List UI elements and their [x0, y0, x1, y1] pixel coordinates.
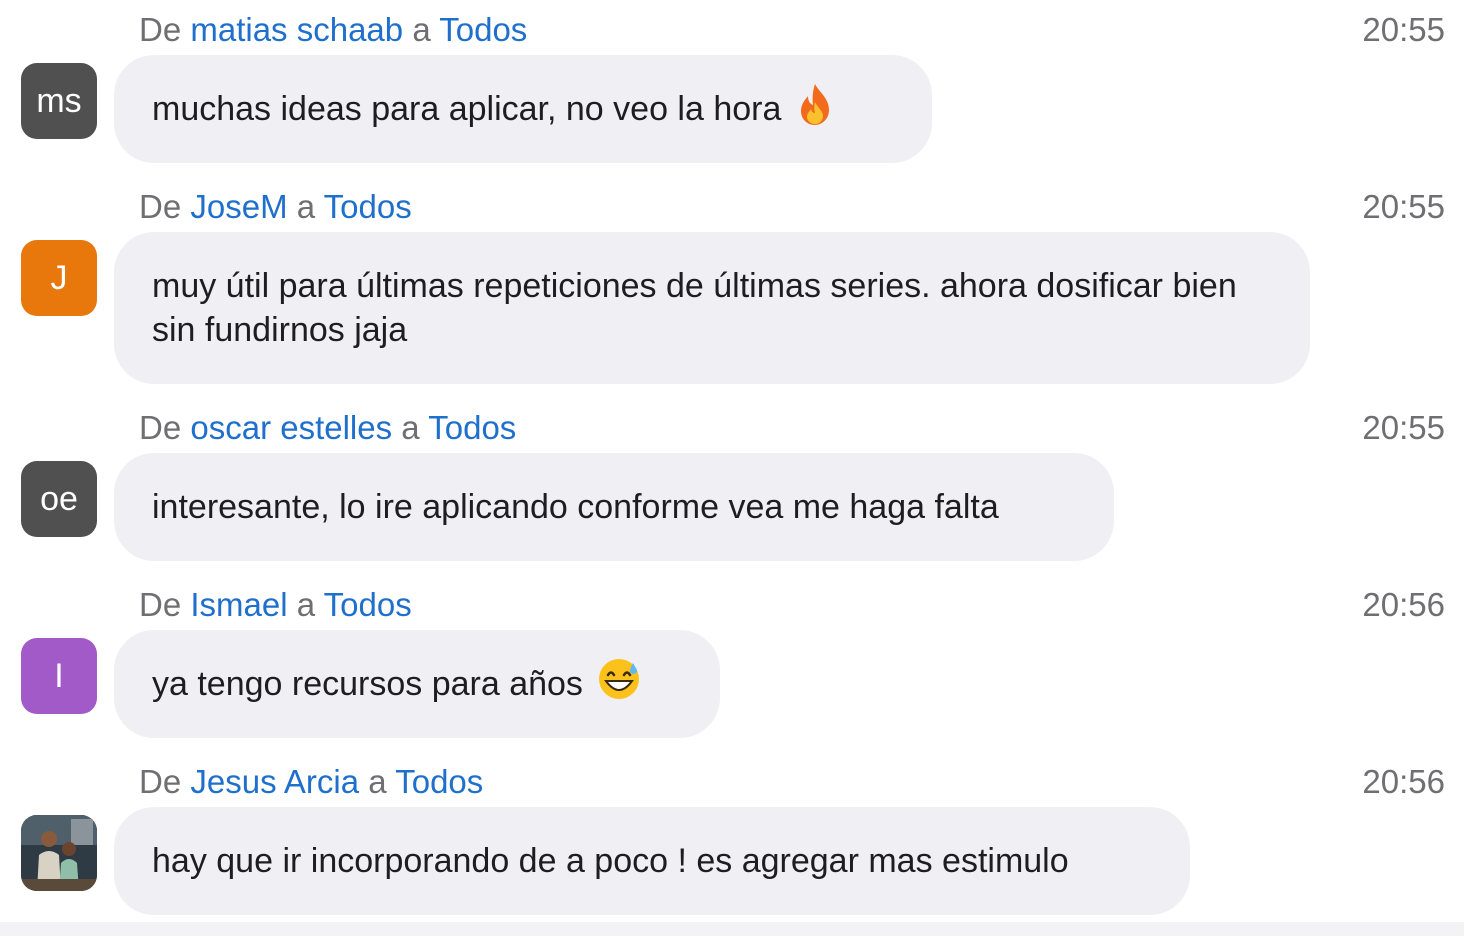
- from-label: De: [139, 188, 182, 225]
- message-timestamp: 20:55: [1362, 188, 1445, 225]
- message-text: muchas ideas para aplicar, no veo la hor…: [152, 90, 782, 128]
- avatar[interactable]: I: [21, 638, 97, 714]
- message-header: De JoseM a Todos: [139, 187, 412, 227]
- recipient-name[interactable]: Todos: [439, 11, 527, 48]
- from-label: De: [139, 586, 182, 623]
- message-text: muy útil para últimas repeticiones de úl…: [152, 267, 1237, 349]
- message-bubble: muy útil para últimas repeticiones de úl…: [114, 232, 1310, 384]
- message-header: De Ismael a Todos: [139, 585, 412, 625]
- avatar-initials: J: [50, 258, 68, 297]
- photo-avatar-icon: [21, 815, 97, 891]
- message-bubble: interesante, lo ire aplicando conforme v…: [114, 453, 1114, 561]
- message-header: De Jesus Arcia a Todos: [139, 762, 483, 802]
- avatar[interactable]: oe: [21, 461, 97, 537]
- recipient-name[interactable]: Todos: [324, 586, 412, 623]
- avatar[interactable]: [21, 815, 97, 891]
- avatar-initials: I: [54, 656, 64, 695]
- avatar-initials: ms: [36, 81, 82, 120]
- from-label: De: [139, 763, 182, 800]
- from-label: De: [139, 409, 182, 446]
- message-timestamp: 20:55: [1362, 11, 1445, 48]
- to-label: a: [412, 11, 431, 48]
- to-label: a: [296, 188, 316, 225]
- to-label: a: [296, 586, 316, 623]
- from-label: De: [139, 11, 182, 48]
- sender-name[interactable]: matias schaab: [190, 11, 403, 48]
- avatar[interactable]: J: [21, 240, 97, 316]
- message-text: interesante, lo ire aplicando conforme v…: [152, 488, 999, 526]
- message-header: De oscar estelles a Todos: [139, 408, 516, 448]
- to-label: a: [401, 409, 420, 446]
- avatar[interactable]: ms: [21, 63, 97, 139]
- sender-name[interactable]: Jesus Arcia: [190, 763, 359, 800]
- message-timestamp: 20:55: [1362, 409, 1445, 446]
- to-label: a: [368, 763, 387, 800]
- message-text: hay que ir incorporando de a poco ! es a…: [152, 842, 1069, 880]
- recipient-name[interactable]: Todos: [324, 188, 412, 225]
- message-text: ya tengo recursos para años: [152, 665, 583, 703]
- recipient-name[interactable]: Todos: [428, 409, 516, 446]
- message-header: De matias schaab a Todos: [139, 10, 527, 50]
- fire-icon: [795, 82, 835, 137]
- recipient-name[interactable]: Todos: [395, 763, 483, 800]
- message-bubble: ya tengo recursos para años: [114, 630, 720, 738]
- message-bubble: hay que ir incorporando de a poco ! es a…: [114, 807, 1190, 915]
- message-bubble: muchas ideas para aplicar, no veo la hor…: [114, 55, 932, 163]
- grinning-sweat-icon: [597, 657, 641, 712]
- sender-name[interactable]: oscar estelles: [190, 409, 392, 446]
- chat-panel: De matias schaab a Todos 20:55 ms muchas…: [0, 0, 1464, 936]
- message-timestamp: 20:56: [1362, 763, 1445, 800]
- avatar-initials: oe: [40, 479, 78, 518]
- message-timestamp: 20:56: [1362, 586, 1445, 623]
- bottom-divider: [0, 922, 1464, 936]
- sender-name[interactable]: Ismael: [190, 586, 287, 623]
- sender-name[interactable]: JoseM: [190, 188, 287, 225]
